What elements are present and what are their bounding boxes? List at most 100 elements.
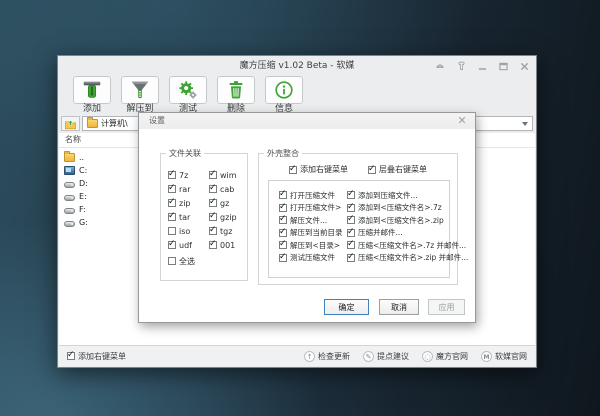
window-controls bbox=[434, 56, 530, 76]
address-dropdown-icon[interactable] bbox=[522, 122, 528, 126]
checkbox-label: 001 bbox=[220, 241, 235, 250]
extract-to-button[interactable]: 解压到 bbox=[121, 76, 159, 114]
info-circle-icon bbox=[265, 76, 303, 104]
shell-checkbox[interactable]: 压缩<压缩文件名>.zip 并邮件... bbox=[347, 252, 468, 265]
folder-icon bbox=[87, 119, 98, 128]
shell-checkbox[interactable]: 打开压缩文件 bbox=[279, 189, 343, 202]
address-text: 计算机\ bbox=[101, 118, 128, 129]
checkbox-label: tgz bbox=[220, 227, 232, 236]
file-assoc-checkbox[interactable]: rar bbox=[168, 182, 192, 196]
checkbox-label: 全选 bbox=[179, 256, 195, 267]
file-assoc-checkbox[interactable]: zip bbox=[168, 196, 192, 210]
file-assoc-checkbox[interactable]: 7z bbox=[168, 168, 192, 182]
ruanmei-site-link[interactable]: 软媒官网 bbox=[481, 351, 527, 362]
shell-checkbox[interactable]: 解压到当前目录 bbox=[279, 227, 343, 240]
file-assoc-checkbox[interactable]: iso bbox=[168, 224, 192, 238]
checkbox bbox=[209, 185, 217, 193]
shell-checkbox[interactable]: 压缩并邮件... bbox=[347, 227, 468, 240]
file-assoc-checkbox[interactable]: cab bbox=[209, 182, 237, 196]
cube-icon bbox=[422, 351, 433, 362]
folder-up-icon bbox=[64, 118, 77, 130]
checkbox bbox=[209, 213, 217, 221]
shell-checkbox[interactable]: 解压文件... bbox=[279, 214, 343, 227]
checkbox-label: 压缩<压缩文件名>.7z 并邮件... bbox=[358, 240, 466, 251]
check-update-link[interactable]: 检查更新 bbox=[304, 351, 350, 362]
shell-checkbox[interactable]: 添加到<压缩文件名>.zip bbox=[347, 214, 468, 227]
file-assoc-checkbox[interactable]: gz bbox=[209, 196, 237, 210]
checkbox-label: udf bbox=[179, 241, 192, 250]
group-title: 文件关联 bbox=[166, 148, 204, 159]
delete-button[interactable]: 删除 bbox=[217, 76, 255, 114]
minimize-icon[interactable] bbox=[476, 60, 488, 72]
drive-label: G: bbox=[79, 218, 88, 227]
skin-menu-icon[interactable] bbox=[434, 60, 446, 72]
drive-icon bbox=[64, 195, 75, 201]
checkbox bbox=[209, 199, 217, 207]
desktop-background: 魔方压缩 v1.02 Beta - 软媒 bbox=[0, 0, 600, 416]
cancel-button[interactable]: 取消 bbox=[379, 299, 419, 315]
checkbox-label: 添加右键菜单 bbox=[300, 164, 348, 175]
group-title: 外壳整合 bbox=[264, 148, 302, 159]
m-logo-icon bbox=[481, 351, 492, 362]
file-assoc-checkbox[interactable]: wim bbox=[209, 168, 237, 182]
statusbar-context-menu-checkbox[interactable]: 添加右键菜单 bbox=[67, 351, 126, 362]
drive-icon bbox=[64, 153, 75, 162]
shell-checkbox[interactable]: 层叠右键菜单 bbox=[368, 164, 427, 175]
shell-checkbox[interactable]: 压缩<压缩文件名>.7z 并邮件... bbox=[347, 239, 468, 252]
checkbox-label: 7z bbox=[179, 171, 188, 180]
checkbox-label: 解压到<目录> bbox=[290, 240, 340, 251]
file-assoc-column-right: wim cab gz gzip bbox=[209, 168, 237, 252]
test-button[interactable]: 测试 bbox=[169, 76, 207, 114]
checkbox bbox=[168, 199, 176, 207]
apply-button[interactable]: 应用 bbox=[428, 299, 465, 315]
up-folder-button[interactable] bbox=[61, 116, 80, 131]
checkbox-label: 添加到压缩文件... bbox=[358, 190, 418, 201]
shell-checkbox[interactable]: 添加右键菜单 bbox=[289, 164, 348, 175]
checkbox bbox=[347, 241, 355, 249]
mofang-site-link[interactable]: 魔方官网 bbox=[422, 351, 468, 362]
add-button[interactable]: 添加 bbox=[73, 76, 111, 114]
shell-checkbox[interactable]: 添加到<压缩文件名>.7z bbox=[347, 202, 468, 215]
shell-checkbox[interactable]: 添加到压缩文件... bbox=[347, 189, 468, 202]
shell-checkbox[interactable]: 解压到<目录> bbox=[279, 239, 343, 252]
checkbox-label: gz bbox=[220, 199, 229, 208]
titlebar[interactable]: 魔方压缩 v1.02 Beta - 软媒 bbox=[58, 56, 536, 76]
update-icon bbox=[304, 351, 315, 362]
skin-icon[interactable] bbox=[455, 60, 467, 72]
checkbox-label: cab bbox=[220, 185, 234, 194]
file-assoc-checkbox[interactable]: tar bbox=[168, 210, 192, 224]
suggestion-link[interactable]: 提点建议 bbox=[363, 351, 409, 362]
checkbox-label: wim bbox=[220, 171, 237, 180]
checkbox bbox=[209, 241, 217, 249]
close-icon[interactable] bbox=[518, 60, 530, 72]
file-assoc-checkbox[interactable]: tgz bbox=[209, 224, 237, 238]
settings-dialog: 设置 文件关联 7z rar bbox=[138, 112, 476, 323]
checkbox bbox=[209, 227, 217, 235]
file-assoc-checkbox[interactable]: 001 bbox=[209, 238, 237, 252]
shell-checkbox[interactable]: 测试压缩文件 bbox=[279, 252, 343, 265]
checkbox bbox=[168, 257, 176, 265]
file-assoc-checkbox[interactable]: udf bbox=[168, 238, 192, 252]
maximize-icon[interactable] bbox=[497, 60, 509, 72]
checkbox bbox=[347, 229, 355, 237]
checkbox bbox=[368, 166, 376, 174]
shell-column-left: 打开压缩文件 打开压缩文件> 解压文件... bbox=[279, 189, 343, 264]
checkbox bbox=[347, 216, 355, 224]
info-button[interactable]: 信息 bbox=[265, 76, 303, 114]
checkbox bbox=[279, 254, 287, 262]
checkbox bbox=[67, 352, 75, 360]
file-assoc-checkbox[interactable]: gzip bbox=[209, 210, 237, 224]
checkbox bbox=[168, 227, 176, 235]
drive-label: E: bbox=[79, 192, 87, 201]
dialog-close-icon[interactable] bbox=[457, 116, 467, 126]
select-all-checkbox[interactable]: 全选 bbox=[168, 254, 195, 268]
checkbox-label: zip bbox=[179, 199, 191, 208]
dialog-titlebar[interactable]: 设置 bbox=[139, 113, 475, 129]
checkbox bbox=[347, 191, 355, 199]
drive-label: .. bbox=[79, 153, 84, 162]
shell-checkbox[interactable]: 打开压缩文件> bbox=[279, 202, 343, 215]
checkbox bbox=[168, 171, 176, 179]
checkbox bbox=[168, 185, 176, 193]
checkbox bbox=[209, 171, 217, 179]
ok-button[interactable]: 确定 bbox=[324, 299, 369, 315]
